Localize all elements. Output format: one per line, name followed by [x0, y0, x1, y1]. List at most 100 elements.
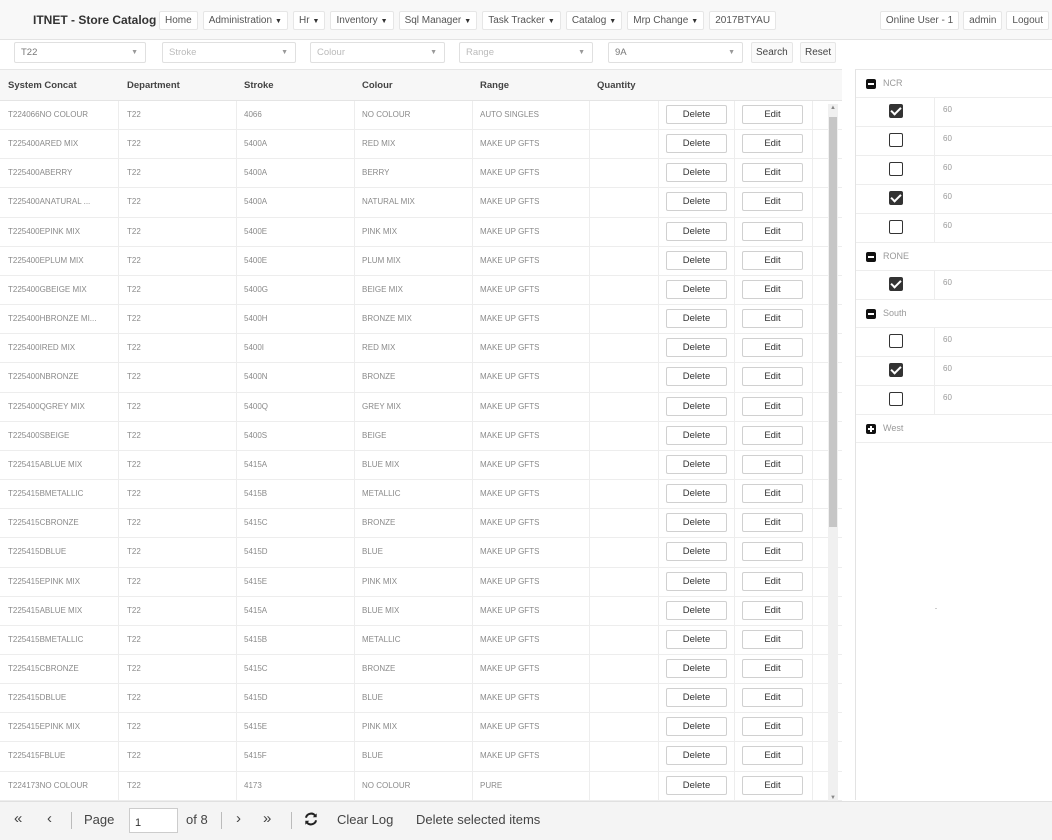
department-select[interactable]: T22 ▼: [14, 42, 146, 63]
table-row[interactable]: T225400ARED MIX T22 5400A RED MIX MAKE UP GF…: [0, 130, 842, 160]
column-header-colour[interactable]: Colour: [362, 80, 393, 91]
store-select[interactable]: 9A ▼: [608, 42, 743, 63]
nav-menu-catalog[interactable]: Catalog ▼: [565, 11, 623, 30]
edit-button[interactable]: Edit: [742, 309, 803, 329]
colour-select[interactable]: Colour ▼: [310, 42, 445, 63]
table-row[interactable]: T225400ABERRY T22 5400A BERRY MAKE UP GFTS De…: [0, 159, 842, 189]
checkbox-unchecked[interactable]: [889, 334, 903, 348]
delete-button[interactable]: Delete: [666, 717, 727, 737]
nav-menu-2017btyau[interactable]: 2017BTYAU: [709, 11, 777, 30]
clear-log-button[interactable]: Clear Log: [337, 812, 393, 827]
table-row[interactable]: T225415CBRONZE T22 5415C BRONZE MAKE UP GFTS…: [0, 509, 842, 539]
nav-menu-home[interactable]: Home: [159, 11, 198, 30]
delete-button[interactable]: Delete: [666, 629, 727, 649]
delete-button[interactable]: Delete: [666, 163, 727, 183]
checkbox-unchecked[interactable]: [889, 133, 903, 147]
table-row[interactable]: T225415ABLUE MIX T22 5415A BLUE MIX MAKE UP …: [0, 450, 842, 481]
checkbox-checked[interactable]: [889, 191, 903, 205]
delete-button[interactable]: Delete: [666, 425, 727, 445]
edit-button[interactable]: Edit: [742, 367, 803, 387]
delete-button[interactable]: Delete: [666, 658, 727, 678]
edit-button[interactable]: Edit: [742, 658, 803, 678]
nav-menu-inventory[interactable]: Inventory ▼: [330, 11, 394, 30]
edit-button[interactable]: Edit: [742, 192, 803, 212]
nav-menu-task-tracker[interactable]: Task Tracker ▼: [482, 11, 561, 30]
edit-button[interactable]: Edit: [742, 688, 803, 708]
delete-button[interactable]: Delete: [666, 105, 727, 124]
edit-button[interactable]: Edit: [742, 425, 803, 445]
next-page-icon[interactable]: ›: [236, 810, 241, 827]
column-header-quantity[interactable]: Quantity: [597, 80, 636, 91]
edit-button[interactable]: Edit: [742, 396, 803, 416]
grid-scrollbar[interactable]: ▲ ▼: [828, 104, 838, 802]
delete-button[interactable]: Delete: [666, 396, 727, 416]
nav-menu-mrp-change[interactable]: Mrp Change ▼: [627, 11, 705, 30]
edit-button[interactable]: Edit: [742, 250, 803, 270]
reset-button[interactable]: Reset: [800, 42, 837, 63]
delete-button[interactable]: Delete: [666, 367, 727, 387]
table-row[interactable]: T225400EPLUM MIX T22 5400E PLUM MIX MAKE UP …: [0, 246, 842, 276]
refresh-icon[interactable]: [304, 812, 318, 829]
delete-button[interactable]: Delete: [666, 309, 727, 329]
table-row[interactable]: T225415EPINK MIX T22 5415E PINK MIX MAKE UP …: [0, 713, 842, 743]
table-row[interactable]: T225400HBRONZE MI... T22 5400H BRONZE MIX MA…: [0, 305, 842, 335]
checkbox-checked[interactable]: [889, 277, 903, 291]
checkbox-checked[interactable]: [889, 104, 903, 118]
edit-button[interactable]: Edit: [742, 717, 803, 737]
nav-menu-sql-manager[interactable]: Sql Manager ▼: [398, 11, 478, 30]
table-row[interactable]: T225400EPINK MIX T22 5400E PINK MIX MAKE UP …: [0, 217, 842, 247]
table-row[interactable]: T224173NO COLOUR T22 4173 NO COLOUR PURE Dele…: [0, 771, 842, 801]
edit-button[interactable]: Edit: [742, 134, 803, 154]
delete-selected-button[interactable]: Delete selected items: [416, 812, 540, 827]
delete-button[interactable]: Delete: [666, 484, 727, 504]
expand-icon[interactable]: [866, 424, 876, 434]
table-row[interactable]: T225415DBLUE T22 5415D BLUE MAKE UP GFTS Dele…: [0, 538, 842, 568]
checkbox-checked[interactable]: [889, 363, 903, 377]
delete-button[interactable]: Delete: [666, 454, 727, 474]
search-button[interactable]: Search: [751, 42, 793, 63]
checkbox-unchecked[interactable]: [889, 162, 903, 176]
column-header-range[interactable]: Range: [480, 80, 509, 91]
last-page-icon[interactable]: »: [263, 810, 271, 827]
edit-button[interactable]: Edit: [742, 163, 803, 183]
page-number-input[interactable]: 1: [129, 808, 178, 833]
table-row[interactable]: T225400ANATURAL ... T22 5400A NATURAL MIX MA…: [0, 188, 842, 218]
delete-button[interactable]: Delete: [666, 513, 727, 533]
table-row[interactable]: T225415BMETALLIC T22 5415B METALLIC MAKE UP …: [0, 625, 842, 655]
delete-button[interactable]: Delete: [666, 221, 727, 241]
collapse-icon[interactable]: [866, 252, 876, 262]
collapse-icon[interactable]: [866, 79, 876, 89]
range-select[interactable]: Range ▼: [459, 42, 593, 63]
edit-button[interactable]: Edit: [742, 746, 803, 766]
edit-button[interactable]: Edit: [742, 454, 803, 474]
delete-button[interactable]: Delete: [666, 688, 727, 708]
delete-button[interactable]: Delete: [666, 571, 727, 591]
edit-button[interactable]: Edit: [742, 279, 803, 299]
table-row[interactable]: T225400GBEIGE MIX T22 5400G BEIGE MIX MAKE U…: [0, 275, 842, 306]
delete-button[interactable]: Delete: [666, 192, 727, 212]
nav-menu-hr[interactable]: Hr ▼: [292, 11, 326, 30]
stroke-select[interactable]: Stroke ▼: [162, 42, 296, 63]
edit-button[interactable]: Edit: [742, 571, 803, 591]
region-group-west[interactable]: West: [856, 415, 1052, 443]
delete-button[interactable]: Delete: [666, 134, 727, 154]
delete-button[interactable]: Delete: [666, 338, 727, 358]
edit-button[interactable]: Edit: [742, 775, 803, 795]
nav-menu-administration[interactable]: Administration ▼: [202, 11, 288, 30]
edit-button[interactable]: Edit: [742, 513, 803, 533]
scrollbar-thumb[interactable]: [829, 117, 837, 527]
region-group-south[interactable]: South: [856, 300, 1052, 328]
table-row[interactable]: T224066NO COLOUR T22 4066 NO COLOUR AUTO SIN…: [0, 101, 842, 131]
region-group-rone[interactable]: RONE: [856, 243, 1052, 271]
table-row[interactable]: T225415ABLUE MIX T22 5415A BLUE MIX MAKE UP …: [0, 596, 842, 626]
checkbox-unchecked[interactable]: [889, 220, 903, 234]
table-row[interactable]: T225415FBLUE T22 5415F BLUE MAKE UP GFTS Dele…: [0, 742, 842, 772]
table-row[interactable]: T225415EPINK MIX T22 5415E PINK MIX MAKE UP …: [0, 567, 842, 597]
column-header-system-concat[interactable]: System Concat: [8, 80, 77, 91]
table-row[interactable]: T225400QGREY MIX T22 5400Q GREY MIX MAKE UP …: [0, 392, 842, 422]
table-row[interactable]: T225415DBLUE T22 5415D BLUE MAKE UP GFTS Dele…: [0, 684, 842, 714]
delete-button[interactable]: Delete: [666, 775, 727, 795]
table-row[interactable]: T225400NBRONZE T22 5400N BRONZE MAKE UP GFTS…: [0, 363, 842, 393]
edit-button[interactable]: Edit: [742, 542, 803, 562]
table-row[interactable]: T225400SBEIGE T22 5400S BEIGE MAKE UP GFTS De…: [0, 421, 842, 451]
